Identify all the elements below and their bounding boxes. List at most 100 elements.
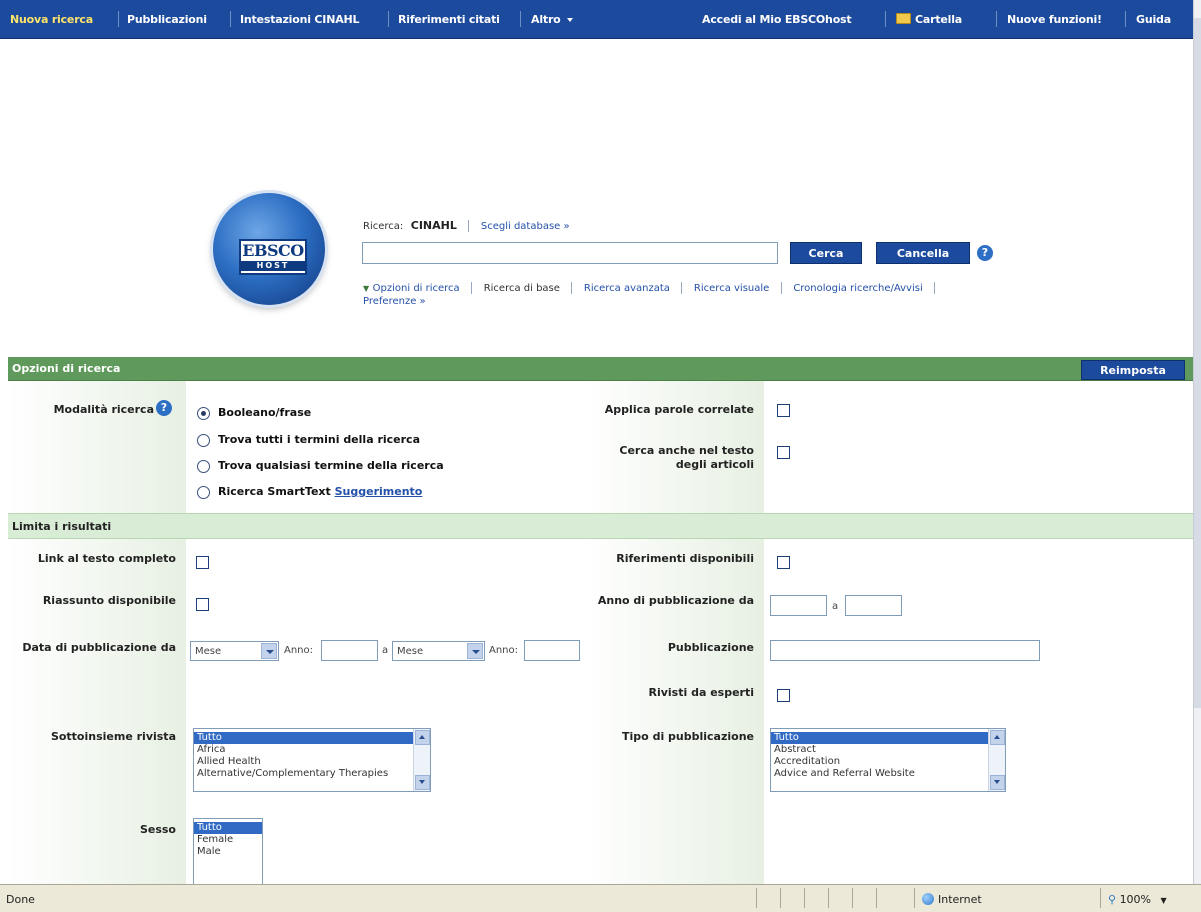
nav-separator: [230, 11, 231, 27]
list-item[interactable]: Advice and Referral Website: [771, 768, 1005, 780]
nav-separator: [118, 11, 119, 27]
nav-cinahl-headings[interactable]: Intestazioni CINAHL: [240, 13, 360, 26]
list-item[interactable]: Tutto: [771, 732, 1005, 744]
peer-reviewed-label: Rivisti da esperti: [648, 686, 754, 699]
related-words-checkbox[interactable]: [777, 404, 790, 417]
journal-subset-listbox[interactable]: Tutto Africa Allied Health Alternative/C…: [193, 728, 431, 792]
list-item[interactable]: Tutto: [194, 822, 262, 834]
mode-smarttext-radio[interactable]: [197, 486, 210, 499]
mode-smarttext-label: Ricerca SmartText: [218, 485, 331, 498]
list-item[interactable]: Abstract: [771, 744, 1005, 756]
smarttext-hint-link[interactable]: Suggerimento: [335, 485, 423, 498]
year-to-input[interactable]: [524, 640, 580, 661]
scroll-down-icon[interactable]: [415, 775, 430, 790]
abstract-available-checkbox[interactable]: [196, 598, 209, 611]
list-item[interactable]: Male: [194, 846, 262, 858]
zoom-control[interactable]: ⚲ 100% ▼: [1108, 893, 1167, 906]
month-from-select[interactable]: Mese: [190, 641, 279, 661]
divider: [681, 282, 683, 294]
divider: [934, 282, 936, 294]
nav-publications[interactable]: Pubblicazioni: [127, 13, 207, 26]
list-item[interactable]: Allied Health: [194, 756, 430, 768]
search-options-link[interactable]: Opzioni di ricerca: [373, 283, 460, 294]
nav-folder-label: Cartella: [915, 13, 963, 26]
preferences-row: Preferenze »: [363, 294, 426, 307]
nav-more-label: Altro: [531, 13, 561, 26]
search-button[interactable]: Cerca: [790, 242, 862, 264]
year-from-label: Anno:: [284, 645, 314, 656]
advanced-search-link[interactable]: Ricerca avanzata: [584, 283, 670, 294]
search-history-link[interactable]: Cronologia ricerche/Avvisi: [793, 283, 922, 294]
scroll-up-icon[interactable]: [990, 730, 1005, 745]
peer-reviewed-checkbox[interactable]: [777, 689, 790, 702]
help-icon[interactable]: ?: [156, 400, 172, 416]
pub-date-from-label: Data di pubblicazione da: [22, 641, 176, 654]
scroll-down-icon[interactable]: [990, 775, 1005, 790]
choose-database-link[interactable]: Scegli database »: [481, 221, 570, 232]
clear-button[interactable]: Cancella: [876, 242, 970, 264]
related-words-label: Applica parole correlate: [604, 403, 754, 416]
nav-separator: [388, 11, 389, 27]
list-item[interactable]: Accreditation: [771, 756, 1005, 768]
mode-boolean-radio[interactable]: [197, 407, 210, 420]
listbox-scrollbar[interactable]: [413, 729, 430, 791]
search-fulltext-label-2: degli articoli: [675, 458, 754, 471]
list-item[interactable]: Africa: [194, 744, 430, 756]
search-fulltext-checkbox[interactable]: [777, 446, 790, 459]
mode-boolean-label: Booleano/frase: [218, 406, 312, 419]
list-item[interactable]: Tutto: [194, 732, 430, 744]
abstract-available-label: Riassunto disponibile: [42, 594, 176, 607]
year-to-label: Anno:: [489, 645, 519, 656]
search-fulltext-label-1: Cerca anche nel testo: [619, 444, 754, 457]
chevron-down-icon: ▼: [1160, 896, 1167, 905]
chevron-down-icon: [261, 643, 277, 659]
publication-input[interactable]: [770, 640, 1040, 661]
status-divider: [1100, 888, 1101, 908]
date-to-label: a: [382, 645, 389, 656]
sex-listbox[interactable]: Tutto Female Male: [193, 818, 263, 884]
magnifier-icon: ⚲: [1108, 893, 1117, 906]
sex-items: Tutto Female Male: [194, 819, 262, 858]
references-available-checkbox[interactable]: [777, 556, 790, 569]
security-zone-label: Internet: [938, 893, 982, 906]
nav-cited-references[interactable]: Riferimenti citati: [398, 13, 500, 26]
status-divider: [876, 888, 877, 908]
status-divider: [804, 888, 805, 908]
nav-help[interactable]: Guida: [1136, 13, 1171, 26]
nav-new-search[interactable]: Nuova ricerca: [10, 13, 93, 26]
label-column: [586, 538, 764, 884]
list-item[interactable]: Female: [194, 834, 262, 846]
limit-results-header: Limita i risultati: [8, 513, 1193, 539]
page-scrollbar[interactable]: [1193, 0, 1201, 884]
preferences-link[interactable]: Preferenze »: [363, 296, 426, 307]
help-icon[interactable]: ?: [977, 245, 993, 261]
nav-sign-in[interactable]: Accedi al Mio EBSCOhost: [702, 13, 852, 26]
basic-search-link[interactable]: Ricerca di base: [484, 283, 560, 294]
publication-label: Pubblicazione: [667, 641, 754, 654]
publication-type-listbox[interactable]: Tutto Abstract Accreditation Advice and …: [770, 728, 1006, 792]
scrollbar-thumb[interactable]: [1194, 18, 1201, 708]
nav-new-features[interactable]: Nuove funzioni!: [1007, 13, 1102, 26]
mode-all-terms-radio[interactable]: [197, 434, 210, 447]
listbox-scrollbar[interactable]: [988, 729, 1005, 791]
mode-smarttext-row: Ricerca SmartText Suggerimento: [218, 485, 422, 498]
triangle-down-icon: ▼: [363, 284, 370, 293]
pub-year-from-input[interactable]: [770, 595, 827, 616]
reset-button[interactable]: Reimposta: [1081, 360, 1185, 380]
visual-search-link[interactable]: Ricerca visuale: [694, 283, 769, 294]
status-divider: [828, 888, 829, 908]
search-label: Ricerca:: [363, 221, 404, 232]
nav-more-menu[interactable]: Altro: [531, 13, 573, 26]
sex-label: Sesso: [139, 823, 176, 836]
nav-folder[interactable]: Cartella: [896, 13, 962, 26]
status-divider: [852, 888, 853, 908]
status-divider: [756, 888, 757, 908]
fulltext-link-checkbox[interactable]: [196, 556, 209, 569]
year-from-input[interactable]: [321, 640, 378, 661]
month-to-select[interactable]: Mese: [392, 641, 485, 661]
mode-any-term-radio[interactable]: [197, 460, 210, 473]
pub-year-to-input[interactable]: [845, 595, 902, 616]
search-input[interactable]: [362, 242, 778, 264]
list-item[interactable]: Alternative/Complementary Therapies: [194, 768, 430, 780]
scroll-up-icon[interactable]: [415, 730, 430, 745]
